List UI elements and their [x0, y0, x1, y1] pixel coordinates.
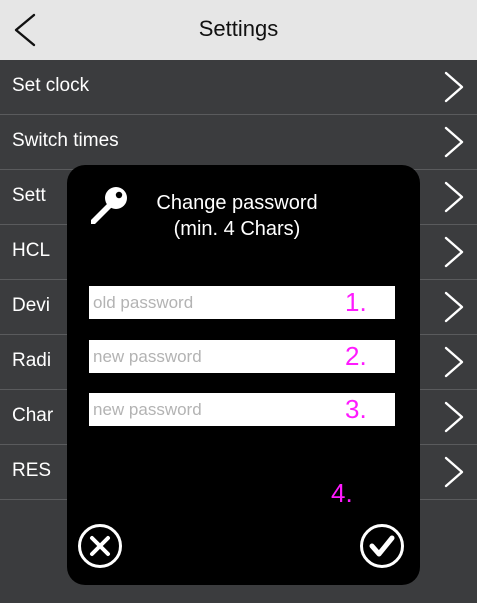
- dialog-title: Change password (min. 4 Chars): [137, 190, 337, 242]
- menu-item-label: Devi: [12, 295, 51, 316]
- dialog-title-line1: Change password: [156, 192, 318, 214]
- menu-item-label: Radi: [12, 350, 52, 371]
- dialog-title-line2: (min. 4 Chars): [173, 218, 301, 240]
- check-circle-icon[interactable]: [359, 523, 405, 569]
- chevron-right-icon: [444, 291, 464, 323]
- menu-item-label: HCL: [12, 240, 51, 261]
- chevron-right-icon: [444, 71, 464, 103]
- close-circle-icon[interactable]: [77, 523, 123, 569]
- menu-item-label: Sett: [12, 185, 46, 206]
- chevron-right-icon: [444, 181, 464, 213]
- menu-item-label: Set clock: [12, 75, 90, 96]
- key-icon: [91, 187, 127, 224]
- menu-item-switch-times[interactable]: Switch times: [0, 115, 477, 170]
- top-bar: Settings: [0, 0, 477, 61]
- menu-item-label: RES: [12, 460, 52, 481]
- menu-item-label: Switch times: [12, 130, 119, 151]
- page-title: Settings: [198, 16, 279, 41]
- menu-item-label: Char: [12, 405, 54, 426]
- chevron-right-icon: [444, 236, 464, 268]
- step-label-4: 4.: [331, 478, 353, 508]
- change-password-dialog: Change password (min. 4 Chars) 1. 2. 3. …: [67, 165, 420, 585]
- step-label-2: 2.: [345, 341, 367, 371]
- step-label-3: 3.: [345, 394, 367, 424]
- chevron-right-icon: [444, 126, 464, 158]
- chevron-right-icon: [444, 456, 464, 488]
- chevron-right-icon: [444, 346, 464, 378]
- chevron-right-icon: [444, 401, 464, 433]
- step-label-1: 1.: [345, 287, 367, 317]
- menu-item-set-clock[interactable]: Set clock: [0, 60, 477, 115]
